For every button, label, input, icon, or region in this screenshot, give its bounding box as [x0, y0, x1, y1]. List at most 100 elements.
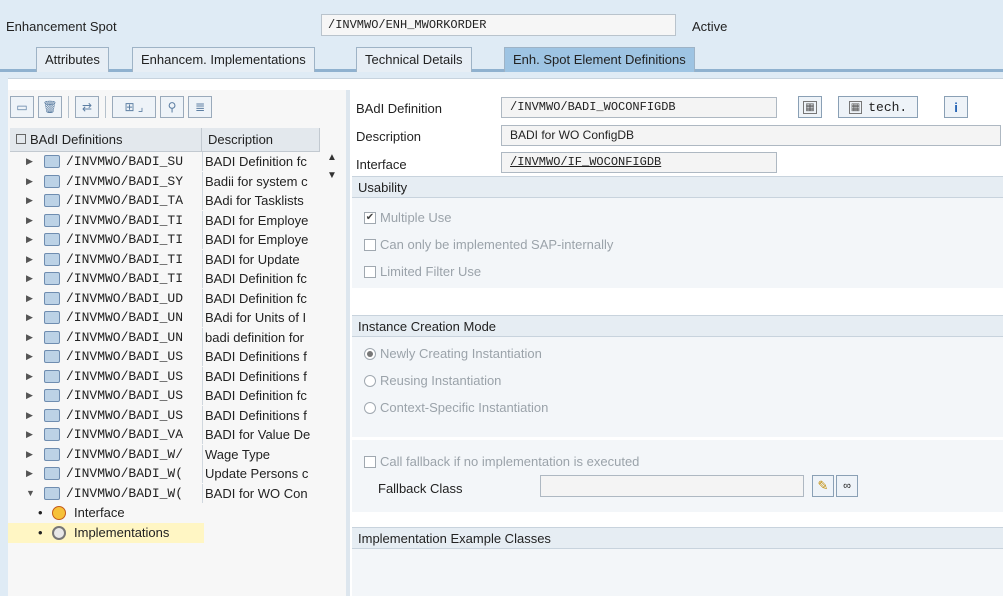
scroll-down-icon[interactable]: ▼	[320, 170, 344, 188]
checkbox[interactable]	[364, 265, 376, 278]
radio[interactable]	[364, 374, 376, 387]
expand-arrow-icon[interactable]: ▶	[26, 406, 33, 425]
tree-row[interactable]: ▶ /INVMWO/BADI_TA BAdi for Tasklists	[8, 191, 344, 211]
checkbox-checked[interactable]: ✔	[364, 211, 376, 224]
tree-row[interactable]: ▶ /INVMWO/BADI_TI BADI for Update	[8, 249, 344, 270]
delete-icon[interactable]: 🗑	[38, 96, 62, 118]
expand-arrow-icon[interactable]: ▶	[26, 269, 33, 288]
badi-description: BADI Definitions f	[202, 366, 322, 386]
instance-creation-group: Instance Creation Mode Newly Creating In…	[352, 315, 1003, 437]
expand-arrow-icon[interactable]: ▶	[26, 328, 33, 347]
create-icon[interactable]: ▭	[10, 96, 34, 118]
tree-row[interactable]: ▶ /INVMWO/BADI_UN badi definition for	[8, 327, 344, 348]
checkbox[interactable]	[364, 455, 376, 468]
expand-icon[interactable]: ⊞ ⌟	[112, 96, 156, 118]
find-icon[interactable]: ⚲	[160, 96, 184, 118]
expand-arrow-icon[interactable]: ▶	[26, 347, 33, 366]
badi-name: /INVMWO/BADI_SY	[66, 173, 184, 189]
tree-row-selected[interactable]: ▼ /INVMWO/BADI_W(BADI for WO Con	[8, 483, 344, 504]
tree-row[interactable]: ▶ /INVMWO/BADI_TI BADI for Employe	[8, 210, 344, 231]
badi-icon	[44, 252, 60, 266]
limited-filter-option[interactable]: Limited Filter Use	[364, 264, 481, 279]
expand-arrow-icon[interactable]: ▶	[26, 386, 33, 405]
column-header-description[interactable]: Description	[202, 128, 320, 152]
tree-subitem-interface[interactable]: • Interface	[8, 503, 344, 523]
tree-row[interactable]: ▶ /INVMWO/BADI_VA BADI for Value De	[8, 425, 344, 445]
tree-row[interactable]: ▶ /INVMWO/BADI_TI BADI for Employe	[8, 230, 344, 250]
badi-detail-button[interactable]: ▦	[798, 96, 822, 118]
expand-arrow-icon[interactable]: ▶	[26, 230, 33, 249]
tab-technical-details[interactable]: Technical Details	[356, 47, 472, 72]
badi-name: /INVMWO/BADI_W(	[66, 466, 184, 481]
sap-internal-option[interactable]: Can only be implemented SAP-internally	[364, 237, 613, 252]
badi-name: /INVMWO/BADI_TI	[66, 271, 184, 286]
badi-definition-field[interactable]: /INVMWO/BADI_WOCONFIGDB	[501, 97, 777, 118]
expand-arrow-icon[interactable]: ▶	[26, 289, 33, 308]
expand-arrow-icon[interactable]: ▶	[26, 464, 33, 483]
display-icon[interactable]: ⇄	[75, 96, 99, 118]
badi-description: BADI Definition fc	[202, 152, 322, 171]
radio-selected[interactable]	[364, 347, 376, 360]
tab-attributes[interactable]: Attributes	[36, 47, 109, 72]
tree-row[interactable]: ▶ /INVMWO/BADI_W( Update Persons c	[8, 464, 344, 484]
reusing-option[interactable]: Reusing Instantiation	[364, 373, 501, 388]
tree-row[interactable]: ▶ /INVMWO/BADI_SU BADI Definition fc	[8, 152, 344, 172]
expand-arrow-icon[interactable]: ▶	[26, 308, 33, 327]
display-button[interactable]: ∞	[836, 475, 858, 497]
tree-row[interactable]: ▶ /INVMWO/BADI_TI BADI Definition fc	[8, 269, 344, 289]
newly-creating-option[interactable]: Newly Creating Instantiation	[364, 346, 542, 361]
info-button[interactable]: i	[944, 96, 968, 118]
collapse-arrow-icon[interactable]: ▼	[26, 484, 35, 503]
expand-arrow-icon[interactable]: ▶	[26, 367, 33, 386]
pencil-icon: ✎	[817, 478, 829, 493]
badi-name: /INVMWO/BADI_UN	[66, 310, 184, 325]
badi-description: Badii for system c	[202, 171, 322, 191]
tree-row[interactable]: ▶ /INVMWO/BADI_SY Badii for system c	[8, 171, 344, 192]
badi-icon	[44, 174, 60, 188]
badi-name: /INVMWO/BADI_US	[66, 349, 184, 364]
tree-subitem-implementations[interactable]: • Implementations	[8, 523, 204, 543]
badi-icon	[44, 213, 60, 227]
edit-button[interactable]: ✎	[812, 475, 834, 497]
expand-arrow-icon[interactable]: ▶	[26, 425, 33, 444]
enhancement-spot-field[interactable]: /INVMWO/ENH_MWORKORDER	[321, 14, 676, 36]
tab-enhancement-implementations[interactable]: Enhancem. Implementations	[132, 47, 315, 72]
context-specific-option[interactable]: Context-Specific Instantiation	[364, 400, 548, 415]
tree-row[interactable]: ▶ /INVMWO/BADI_W/Wage Type	[8, 444, 344, 465]
badi-description: BADI Definition fc	[202, 288, 322, 308]
expand-arrow-icon[interactable]: ▶	[26, 445, 33, 464]
option-label: Context-Specific Instantiation	[380, 400, 549, 415]
badi-icon	[44, 330, 60, 344]
radio[interactable]	[364, 401, 376, 414]
tech-button[interactable]: ▦ tech.	[838, 96, 918, 118]
scroll-up-icon[interactable]: ▲	[320, 152, 344, 170]
expand-arrow-icon[interactable]: ▶	[26, 250, 33, 269]
expand-arrow-icon[interactable]: ▶	[26, 211, 33, 230]
badi-name: /INVMWO/BADI_VA	[66, 427, 184, 442]
expand-arrow-icon[interactable]: ▶	[26, 172, 33, 191]
pane-splitter[interactable]	[346, 90, 350, 596]
separator	[68, 96, 69, 118]
tree-row[interactable]: ▶ /INVMWO/BADI_US BADI Definitions f	[8, 366, 344, 387]
call-fallback-option[interactable]: Call fallback if no implementation is ex…	[364, 454, 639, 469]
tab-enh-spot-element-definitions[interactable]: Enh. Spot Element Definitions	[504, 47, 695, 72]
checkbox[interactable]	[364, 238, 376, 251]
multiple-use-option[interactable]: ✔ Multiple Use	[364, 210, 452, 225]
badi-name: /INVMWO/BADI_US	[66, 368, 184, 384]
fallback-class-field[interactable]	[540, 475, 804, 497]
column-header-badi-definitions[interactable]: BAdI Definitions	[10, 128, 202, 152]
tree-row[interactable]: ▶ /INVMWO/BADI_UD BADI Definition fc	[8, 288, 344, 309]
description-field[interactable]: BADI for WO ConfigDB	[501, 125, 1001, 146]
tree-row[interactable]: ▶ /INVMWO/BADI_UN BAdi for Units of I	[8, 308, 344, 328]
tree-row[interactable]: ▶ /INVMWO/BADI_US BADI Definition fc	[8, 386, 344, 406]
tree-row[interactable]: ▶ /INVMWO/BADI_US BADI Definitions f	[8, 405, 344, 426]
interface-field[interactable]: /INVMWO/IF_WOCONFIGDB	[501, 152, 777, 173]
badi-description: BADI for Value De	[202, 425, 322, 444]
tree-scrollbar[interactable]: ▲ ▼	[320, 152, 344, 192]
badi-description: BADI Definitions f	[202, 347, 322, 366]
tree-row[interactable]: ▶ /INVMWO/BADI_US BADI Definitions f	[8, 347, 344, 367]
badi-description: Update Persons c	[202, 464, 322, 483]
list-icon[interactable]: ≣	[188, 96, 212, 118]
expand-arrow-icon[interactable]: ▶	[26, 152, 33, 171]
expand-arrow-icon[interactable]: ▶	[26, 191, 33, 210]
